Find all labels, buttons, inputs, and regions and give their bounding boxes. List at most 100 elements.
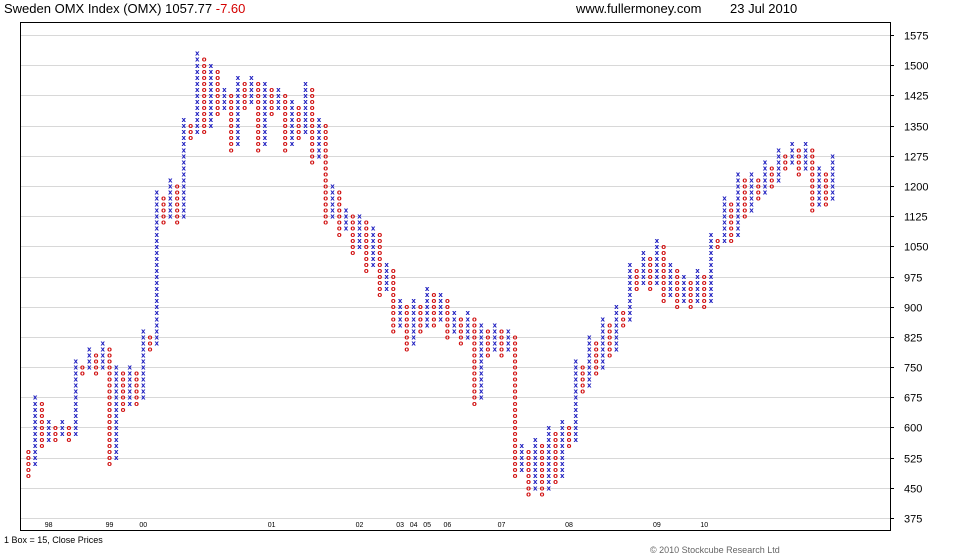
o-box: o — [540, 442, 545, 450]
x-box: x — [695, 267, 700, 275]
x-column: xxxxxxxxxxxxxxxxx — [182, 116, 187, 221]
o-box: o — [202, 56, 207, 64]
x-box: x — [195, 50, 200, 58]
x-box: x — [830, 152, 835, 160]
x-column: xxxxxxxx — [411, 297, 416, 347]
o-box: o — [648, 255, 653, 263]
year-label: 06 — [443, 522, 451, 529]
x-box: x — [587, 333, 592, 341]
year-label: 05 — [423, 522, 431, 529]
x-box: x — [73, 358, 78, 366]
x-column: xxxxxx — [695, 267, 700, 305]
copyright: © 2010 Stockcube Research Ltd — [650, 545, 780, 555]
x-column: xxxxxxxxxxxx — [33, 394, 38, 468]
x-box: x — [168, 176, 173, 184]
o-box: o — [215, 68, 220, 76]
o-box: o — [594, 339, 599, 347]
o-column: oooooooooooo — [256, 80, 261, 154]
y-tick-label: 1200 — [904, 182, 928, 194]
x-column: xxxxxxxxx — [533, 436, 538, 492]
x-box: x — [533, 436, 538, 444]
x-column: xxxxx — [398, 297, 403, 329]
x-box: x — [519, 442, 524, 450]
x-column: xxxxxxxxxxxxx — [479, 321, 484, 401]
x-box: x — [709, 231, 714, 239]
x-column: xxxxx — [803, 140, 808, 172]
o-box: o — [175, 183, 180, 191]
year-label: 04 — [410, 522, 418, 529]
year-label: 01 — [268, 522, 276, 529]
o-column: ooooooooo — [364, 219, 369, 275]
x-column: xxxxx — [249, 74, 254, 106]
o-box: o — [715, 237, 720, 245]
o-box: o — [688, 279, 693, 287]
o-box: o — [269, 86, 274, 94]
x-box: x — [574, 358, 579, 366]
o-box: o — [769, 164, 774, 172]
x-box: x — [641, 249, 646, 257]
x-column: xxxxxxx — [817, 164, 822, 208]
x-column: xxxxxxx — [317, 116, 322, 160]
x-column: xxxxxxxxxxx — [547, 424, 552, 492]
o-box: o — [783, 152, 788, 160]
x-column: xxxx — [790, 140, 795, 166]
x-column: xxxxxx — [668, 261, 673, 299]
x-box: x — [722, 195, 727, 203]
x-box: x — [330, 183, 335, 191]
y-tick-label: 1350 — [904, 122, 928, 134]
o-column: ooooooooo — [540, 442, 545, 498]
o-box: o — [823, 170, 828, 178]
x-column: xxxxxxxxxxxxxx — [195, 50, 200, 136]
x-column: xxxxxxx — [128, 364, 133, 408]
o-box: o — [134, 370, 139, 378]
x-box: x — [749, 170, 754, 178]
o-column: oooooo — [648, 255, 653, 293]
x-box: x — [682, 273, 687, 281]
o-box: o — [377, 231, 382, 239]
y-tick-label: 525 — [904, 454, 922, 466]
x-column: xxxxxxxxx — [303, 80, 308, 136]
x-box: x — [344, 207, 349, 215]
x-box: x — [236, 74, 241, 82]
x-column: xxxx — [506, 327, 511, 353]
x-column: xxxxxx — [776, 146, 781, 184]
o-box: o — [661, 243, 666, 251]
y-tick-label: 750 — [904, 363, 922, 375]
o-column: ooooooooooo — [377, 231, 382, 299]
o-box: o — [499, 327, 504, 335]
x-box: x — [803, 140, 808, 148]
year-label: 00 — [139, 522, 147, 529]
o-box: o — [418, 303, 423, 311]
o-column: oooooo — [296, 104, 301, 142]
o-box: o — [229, 92, 234, 100]
x-column: xxxxx — [438, 291, 443, 323]
o-column: ooooo — [269, 86, 274, 118]
y-tick-label: 1125 — [904, 212, 928, 224]
o-column: oooooo — [823, 170, 828, 208]
x-box: x — [438, 291, 443, 299]
x-column: xxxx — [87, 345, 92, 371]
o-column: ooooo — [26, 448, 31, 480]
o-column: ooooo — [418, 303, 423, 335]
x-column: xxx — [60, 418, 65, 438]
o-column: ooooooo — [729, 201, 734, 245]
o-box: o — [337, 189, 342, 197]
o-column: oooo — [94, 352, 99, 378]
o-column: ooooooo — [350, 213, 355, 257]
year-label: 07 — [498, 522, 506, 529]
x-box: x — [209, 62, 214, 70]
o-box: o — [634, 267, 639, 275]
o-column: ooooooo — [121, 370, 126, 414]
o-column: oooooooooooooooooooo — [107, 345, 112, 468]
o-box: o — [364, 219, 369, 227]
o-column: oooooo — [702, 273, 707, 311]
x-column: xxxx — [222, 86, 227, 112]
o-column: ooooooooooooooooo — [323, 122, 328, 227]
y-axis: 375 450 525 600 675 750 825 900 975 1050 1125 1200 1… — [890, 31, 928, 526]
o-box: o — [94, 352, 99, 360]
o-box: o — [188, 122, 193, 130]
o-column: oooooooo — [39, 400, 44, 450]
x-box: x — [790, 140, 795, 148]
o-box: o — [53, 424, 58, 432]
x-box: x — [668, 261, 673, 269]
